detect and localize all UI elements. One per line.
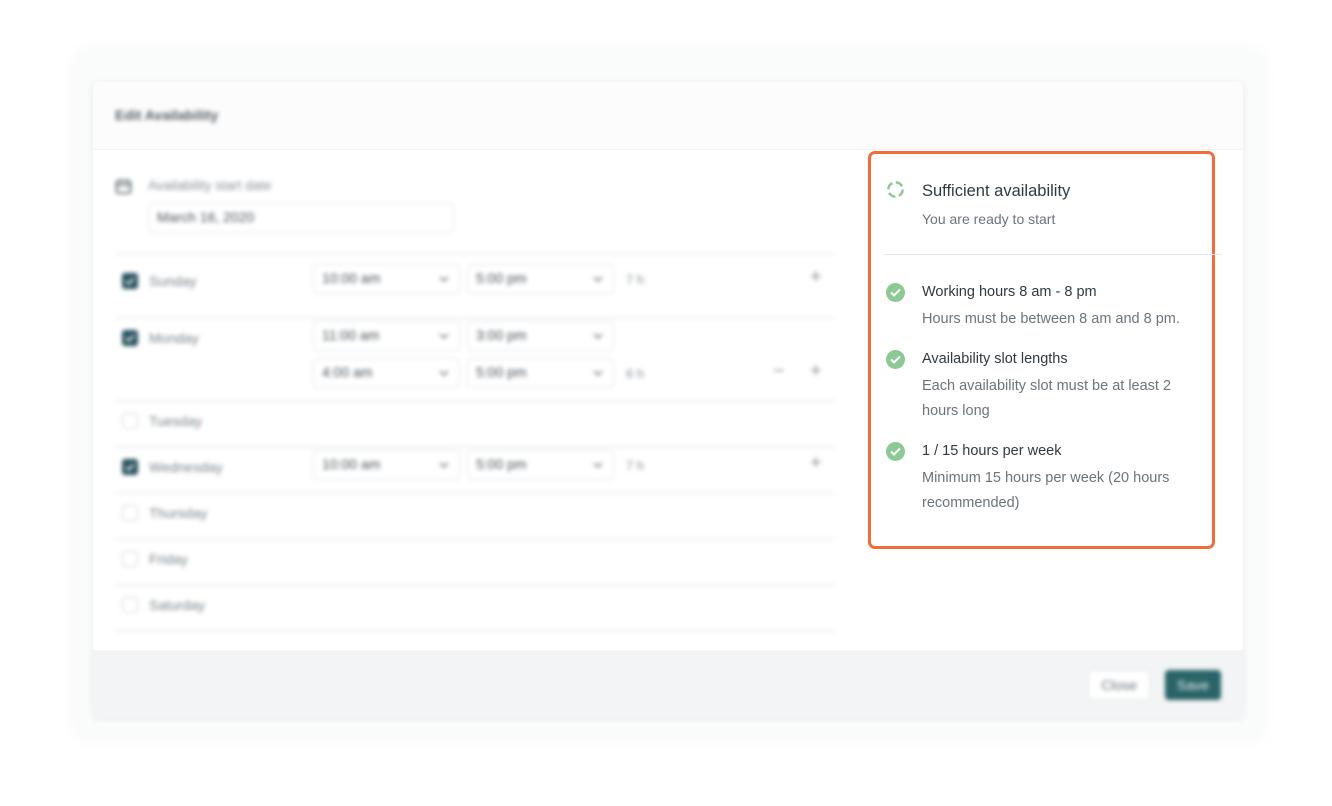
- end-time-select[interactable]: 3:00 pm: [467, 321, 614, 351]
- time-slot: 11:00 am 3:00 pm: [313, 321, 614, 351]
- end-time-select[interactable]: 5:00 pm: [467, 264, 614, 294]
- start-date-label: Availability start date: [148, 178, 272, 193]
- check-circle-icon: [886, 442, 905, 461]
- duration-label: 7 h: [626, 457, 645, 473]
- day-checkbox[interactable]: [122, 505, 138, 521]
- day-row-tuesday: Tuesday: [115, 402, 835, 448]
- criterion-title: Working hours 8 am - 8 pm: [922, 284, 1097, 300]
- day-checkbox[interactable]: [122, 273, 138, 289]
- end-time-select[interactable]: 5:00 pm: [467, 358, 614, 388]
- day-checkbox[interactable]: [122, 459, 138, 475]
- duration-label: 7 h: [626, 271, 645, 287]
- end-time-select[interactable]: 5:00 pm: [467, 450, 614, 480]
- day-toggle[interactable]: Saturday: [122, 597, 205, 613]
- check-circle-icon: [886, 350, 905, 369]
- day-toggle[interactable]: Tuesday: [122, 413, 202, 429]
- day-row-wednesday: Wednesday 10:00 am 5:00 pm 7 h +: [115, 448, 835, 494]
- day-label: Saturday: [149, 597, 206, 613]
- start-date-row: Availability start date March 16, 2020: [115, 172, 835, 233]
- criterion-description: Hours must be between 8 am and 8 pm.: [922, 311, 1180, 327]
- day-toggle[interactable]: Thursday: [122, 505, 207, 521]
- progress-ring-icon: [886, 180, 905, 204]
- start-date-input[interactable]: March 16, 2020: [148, 203, 454, 233]
- availability-form: Availability start date March 16, 2020 S…: [115, 172, 835, 632]
- divider: [884, 254, 1222, 255]
- day-label: Monday: [149, 330, 199, 346]
- calendar-icon: [115, 178, 132, 195]
- start-time-select[interactable]: 10:00 am: [313, 264, 460, 294]
- criterion-title: Availability slot lengths: [922, 351, 1068, 367]
- modal-title: Edit Availability: [115, 107, 219, 123]
- day-row-thursday: Thursday: [115, 494, 835, 540]
- remove-slot-icon[interactable]: −: [773, 361, 785, 381]
- add-slot-icon[interactable]: +: [810, 361, 822, 381]
- status-title: Sufficient availability: [922, 182, 1071, 200]
- time-slot: 10:00 am 5:00 pm 7 h: [313, 264, 656, 294]
- day-checkbox[interactable]: [122, 551, 138, 567]
- modal-footer: Close Save: [93, 650, 1243, 718]
- day-checkbox[interactable]: [122, 597, 138, 613]
- day-toggle[interactable]: Friday: [122, 551, 188, 567]
- day-row-monday: Monday 11:00 am 3:00 pm 4:00 am 5:00 pm 6 h − +: [115, 319, 835, 402]
- add-slot-icon[interactable]: +: [810, 267, 822, 287]
- day-label: Wednesday: [149, 459, 223, 475]
- day-label: Tuesday: [149, 413, 203, 429]
- criterion-description: Minimum 15 hours per week (20 hours reco…: [922, 470, 1170, 511]
- day-checkbox[interactable]: [122, 330, 138, 346]
- days-list: Sunday 10:00 am 5:00 pm 7 h + Monday 11:00 am 3…: [115, 264, 835, 632]
- criterion-description: Each availability slot must be at least …: [922, 378, 1172, 419]
- day-row-friday: Friday: [115, 540, 835, 586]
- day-toggle[interactable]: Wednesday: [122, 459, 223, 475]
- criterion-title: 1 / 15 hours per week: [922, 443, 1062, 459]
- day-row-sunday: Sunday 10:00 am 5:00 pm 7 h +: [115, 264, 835, 319]
- day-toggle[interactable]: Sunday: [122, 273, 196, 289]
- day-label: Thursday: [149, 505, 208, 521]
- day-checkbox[interactable]: [122, 413, 138, 429]
- divider: [115, 253, 835, 255]
- day-label: Friday: [149, 551, 188, 567]
- modal-header: Edit Availability: [93, 82, 1243, 150]
- close-button[interactable]: Close: [1088, 670, 1150, 700]
- day-toggle[interactable]: Monday: [122, 330, 199, 346]
- status-subtitle: You are ready to start: [922, 211, 1056, 227]
- time-slot: 10:00 am 5:00 pm 7 h: [313, 450, 656, 480]
- start-time-select[interactable]: 10:00 am: [313, 450, 460, 480]
- save-button[interactable]: Save: [1165, 670, 1221, 700]
- start-time-select[interactable]: 11:00 am: [313, 321, 460, 351]
- availability-status-panel: Sufficient availability You are ready to…: [868, 151, 1222, 549]
- day-row-saturday: Saturday: [115, 586, 835, 632]
- duration-label: 6 h: [626, 365, 645, 381]
- day-label: Sunday: [149, 273, 197, 289]
- check-circle-icon: [886, 283, 905, 302]
- start-time-select[interactable]: 4:00 am: [313, 358, 460, 388]
- add-slot-icon[interactable]: +: [810, 453, 822, 473]
- time-slot: 4:00 am 5:00 pm 6 h: [313, 358, 656, 388]
